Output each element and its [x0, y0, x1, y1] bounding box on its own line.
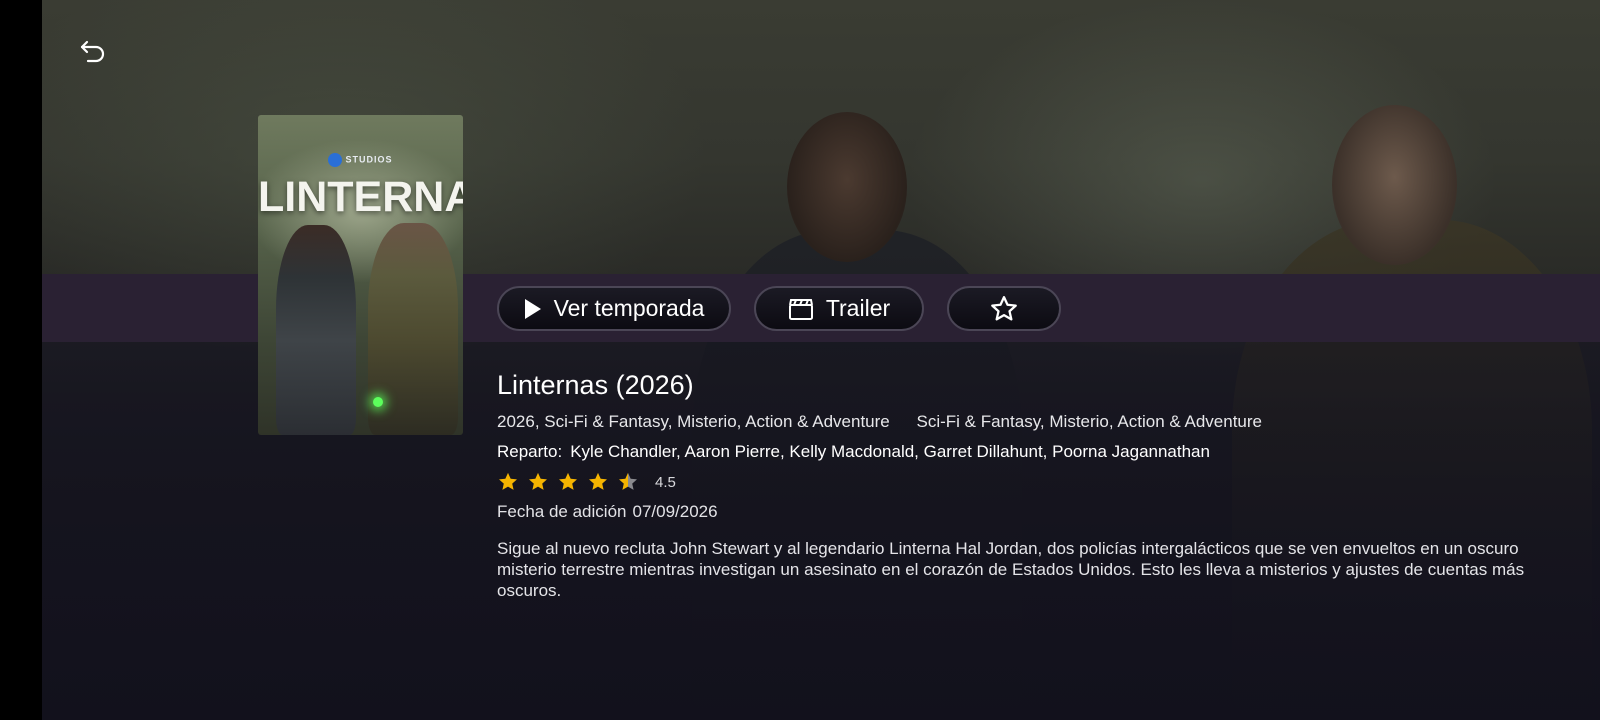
backdrop-head-left: [787, 112, 907, 262]
poster-title: LINTERNAS: [258, 173, 463, 221]
rating-star-icon: [619, 472, 637, 490]
poster: STUDIOS LINTERNAS: [258, 115, 463, 435]
content-title: Linternas (2026): [497, 370, 694, 400]
rating-star-icon: [529, 472, 547, 490]
details-panel: Linternas (2026) 2026, Sci-Fi & Fantasy,…: [497, 368, 1577, 601]
trailer-button[interactable]: Trailer: [754, 286, 924, 331]
rating-star-icon: [559, 472, 577, 490]
play-icon: [524, 298, 541, 319]
backdrop-head-right: [1332, 105, 1457, 265]
back-button[interactable]: [76, 34, 110, 68]
meta-year-genres: 2026, Sci-Fi & Fantasy, Misterio, Action…: [497, 412, 890, 431]
star-outline-icon: [991, 295, 1017, 320]
cast-line: Reparto: Kyle Chandler, Aaron Pierre, Kel…: [497, 442, 1577, 462]
meta-line: 2026, Sci-Fi & Fantasy, Misterio, Action…: [497, 412, 1577, 432]
rating-stars: [497, 471, 647, 493]
rating-star-icon: [589, 472, 607, 490]
poster-studio-logo: STUDIOS: [258, 153, 463, 167]
poster-figure-left: [276, 225, 356, 435]
poster-ring-glow: [373, 397, 383, 407]
clapperboard-icon: [788, 298, 813, 320]
meta-genres: Sci-Fi & Fantasy, Misterio, Action & Adv…: [916, 412, 1263, 431]
cast-label: Reparto:: [497, 442, 563, 461]
rating-star-icon: [499, 472, 517, 490]
play-season-button[interactable]: Ver temporada: [497, 286, 731, 331]
left-edge-bar: [0, 0, 42, 720]
back-arrow-icon: [80, 40, 105, 63]
play-season-label: Ver temporada: [553, 295, 705, 321]
rating-value: 4.5: [655, 473, 676, 491]
description: Sigue al nuevo recluta John Stewart y al…: [497, 539, 1525, 600]
added-date: 07/09/2026: [632, 502, 718, 521]
rating: 4.5: [497, 470, 1577, 494]
cast-names: Kyle Chandler, Aaron Pierre, Kelly Macdo…: [570, 442, 1210, 461]
trailer-label: Trailer: [825, 295, 891, 321]
added-label: Fecha de adición: [497, 502, 627, 521]
added-date-line: Fecha de adición 07/09/2026: [497, 502, 1577, 522]
favorite-button[interactable]: [947, 286, 1061, 331]
